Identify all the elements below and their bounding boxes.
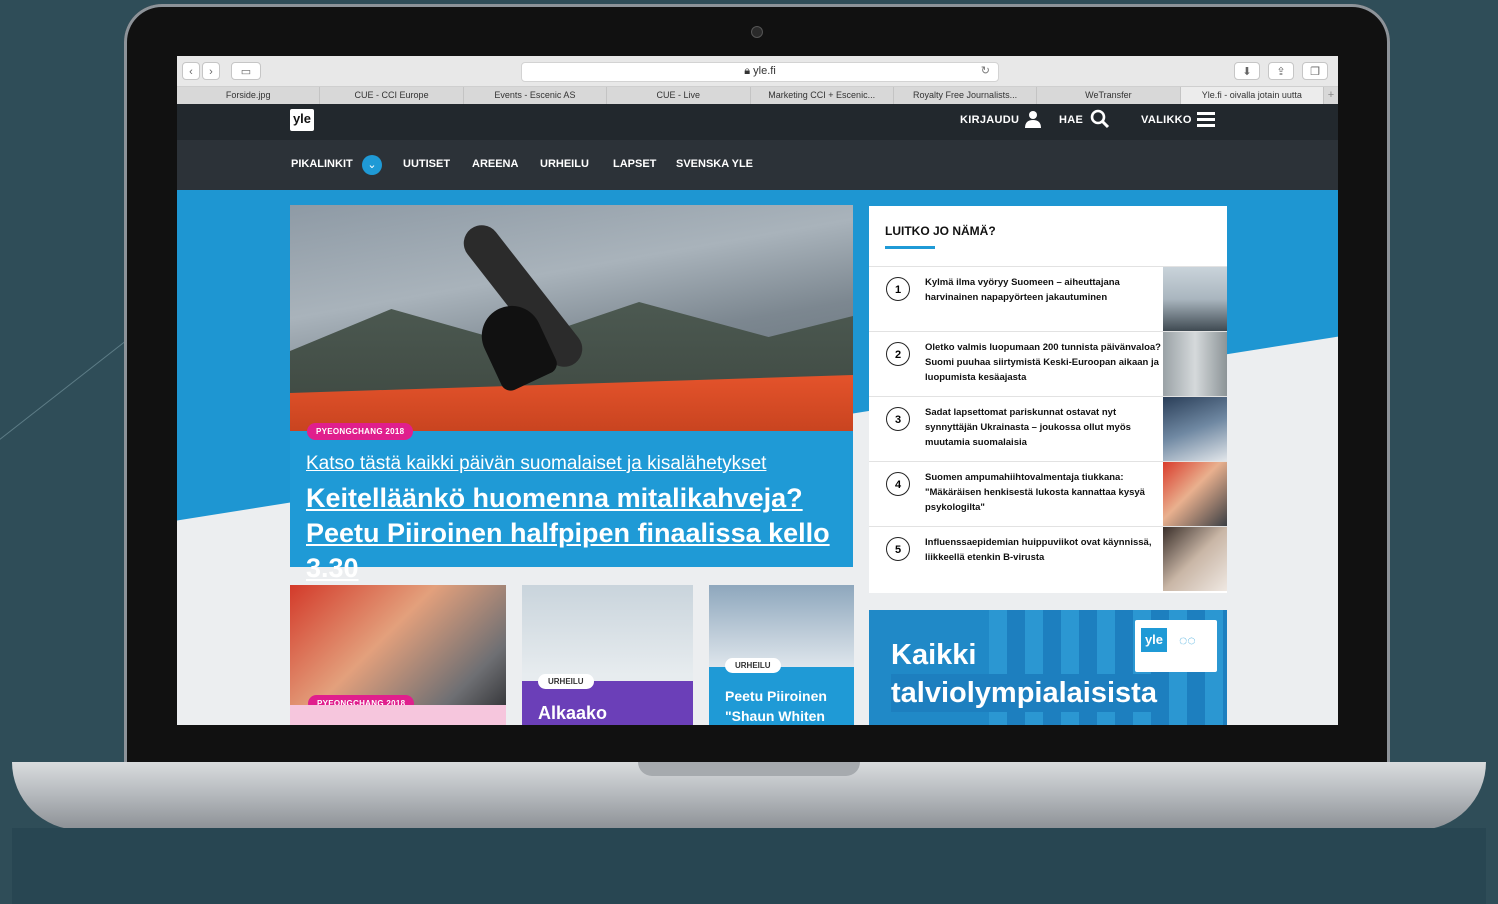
nav-pikalinkit[interactable]: PIKALINKIT <box>291 158 353 170</box>
nav-areena[interactable]: AREENA <box>472 158 518 170</box>
search-icon[interactable] <box>1090 109 1110 129</box>
item-thumbnail <box>1163 462 1227 526</box>
site-header: yle KIRJAUDU HAE VALIKKO <box>177 104 1338 140</box>
browser-tab[interactable]: Forside.jpg <box>177 87 321 104</box>
tab-bar: Forside.jpg CUE - CCI Europe Events - Es… <box>177 87 1338 105</box>
yle-logo[interactable]: yle <box>290 109 314 131</box>
browser-tab[interactable]: Royalty Free Journalists... <box>894 87 1038 104</box>
card-title[interactable]: Alkaako <box>538 703 607 724</box>
promo-line-1: Kaikki <box>891 639 977 671</box>
nav-lapset[interactable]: LAPSET <box>613 158 656 170</box>
item-number: 2 <box>886 342 910 366</box>
hero-subtitle-link[interactable]: Katso tästä kaikki päivän suomalaiset ja… <box>306 453 766 475</box>
back-icon[interactable]: ‹ <box>182 62 200 80</box>
item-title[interactable]: Suomen ampumahiihtovalmentaja tiukkana: … <box>925 470 1161 515</box>
browser-tab-active[interactable]: Yle.fi - oivalla jotain uutta <box>1180 87 1324 104</box>
item-number: 4 <box>886 472 910 496</box>
item-thumbnail <box>1163 332 1227 396</box>
hero-title-link[interactable]: Keitelläänkö huomenna mitalikahveja? Pee… <box>306 481 846 586</box>
camera-icon <box>751 26 763 38</box>
card-title[interactable]: Peetu Piiroinen "Shaun Whiten <box>725 686 849 725</box>
promo-text[interactable]: Kaikki talviolympialaisista <box>891 636 1167 712</box>
share-icon[interactable]: ⇪ <box>1268 62 1294 80</box>
item-thumbnail <box>1163 527 1227 591</box>
user-icon[interactable] <box>1025 110 1041 128</box>
list-item[interactable]: 2 Oletko valmis luopumaan 200 tunnista p… <box>869 331 1227 396</box>
download-icon[interactable]: ⬇ <box>1234 62 1260 80</box>
browser-tab[interactable]: WeTransfer <box>1037 87 1181 104</box>
new-tab-icon[interactable]: + <box>1324 87 1338 104</box>
hero-tag[interactable]: PYEONGCHANG 2018 <box>307 423 414 440</box>
search-link[interactable]: HAE <box>1059 114 1083 126</box>
chevron-down-icon[interactable]: ⌄ <box>362 155 382 175</box>
nav-urheilu[interactable]: URHEILU <box>540 158 589 170</box>
item-title[interactable]: Influenssaepidemian huippuviikot ovat kä… <box>925 535 1161 565</box>
sidebar-icon[interactable]: ▭ <box>231 62 261 80</box>
browser-toolbar: ‹ › ▭ 🔒︎ yle.fi ↻ ⬇ ⇪ ❐ <box>177 56 1338 87</box>
promo-logo: yle ◌◌ <box>1135 620 1217 672</box>
item-title[interactable]: Kylmä ilma vyöryy Suomeen – aiheuttajana… <box>925 275 1161 305</box>
main-nav: PIKALINKIT ⌄ UUTISET AREENA URHEILU LAPS… <box>177 140 1338 190</box>
hero-article[interactable]: PYEONGCHANG 2018 Katso tästä kaikki päiv… <box>290 205 853 583</box>
laptop-shadow <box>12 828 1486 904</box>
forward-icon[interactable]: › <box>202 62 220 80</box>
most-read-heading: LUITKO JO NÄMÄ? <box>885 224 996 238</box>
laptop-notch <box>638 762 860 776</box>
main-content: PYEONGCHANG 2018 Katso tästä kaikki päiv… <box>177 190 1338 725</box>
item-number: 3 <box>886 407 910 431</box>
item-number: 5 <box>886 537 910 561</box>
tabs-overview-icon[interactable]: ❐ <box>1302 62 1328 80</box>
hero-image <box>290 205 853 431</box>
item-title[interactable]: Sadat lapsettomat pariskunnat ostavat ny… <box>925 405 1161 450</box>
login-link[interactable]: KIRJAUDU <box>960 114 1019 126</box>
most-read-panel: LUITKO JO NÄMÄ? 1 Kylmä ilma vyöryy Suom… <box>869 206 1227 593</box>
url-text: yle.fi <box>753 65 776 77</box>
list-item[interactable]: 5 Influenssaepidemian huippuviikot ovat … <box>869 526 1227 591</box>
menu-link[interactable]: VALIKKO <box>1141 114 1192 126</box>
item-thumbnail <box>1163 397 1227 461</box>
lock-icon: 🔒︎ <box>744 65 754 77</box>
olympic-rings-icon: ◌◌ <box>1179 632 1196 648</box>
hamburger-icon[interactable] <box>1197 112 1215 127</box>
card-footer <box>290 705 506 725</box>
list-item[interactable]: 4 Suomen ampumahiihtovalmentaja tiukkana… <box>869 461 1227 526</box>
list-item[interactable]: 3 Sadat lapsettomat pariskunnat ostavat … <box>869 396 1227 461</box>
list-item[interactable]: 1 Kylmä ilma vyöryy Suomeen – aiheuttaja… <box>869 266 1227 331</box>
card-tag[interactable]: URHEILU <box>725 658 781 673</box>
item-title[interactable]: Oletko valmis luopumaan 200 tunnista päi… <box>925 340 1161 385</box>
reload-icon[interactable]: ↻ <box>981 63 990 80</box>
browser-tab[interactable]: Events - Escenic AS <box>464 87 608 104</box>
promo-yle-logo: yle <box>1141 628 1167 652</box>
heading-underline <box>885 246 935 249</box>
promo-line-2: talviolympialaisista <box>891 674 1167 712</box>
address-bar[interactable]: 🔒︎ yle.fi ↻ <box>521 62 999 82</box>
nav-uutiset[interactable]: UUTISET <box>403 158 450 170</box>
item-number: 1 <box>886 277 910 301</box>
screen: ‹ › ▭ 🔒︎ yle.fi ↻ ⬇ ⇪ ❐ Forside.jpg CUE … <box>177 56 1338 725</box>
article-card[interactable]: URHEILU Peetu Piiroinen "Shaun Whiten <box>709 585 854 725</box>
article-card[interactable]: PYEONGCHANG 2018 <box>290 585 506 725</box>
card-tag[interactable]: URHEILU <box>538 674 594 689</box>
article-card[interactable]: URHEILU Alkaako <box>522 585 693 725</box>
browser-tab[interactable]: CUE - CCI Europe <box>320 87 464 104</box>
item-thumbnail <box>1163 267 1227 331</box>
nav-svenska-yle[interactable]: SVENSKA YLE <box>676 158 753 170</box>
olympics-promo[interactable]: Kaikki talviolympialaisista yle ◌◌ <box>869 610 1227 725</box>
browser-tab[interactable]: Marketing CCI + Escenic... <box>751 87 894 104</box>
browser-tab[interactable]: CUE - Live <box>607 87 751 104</box>
